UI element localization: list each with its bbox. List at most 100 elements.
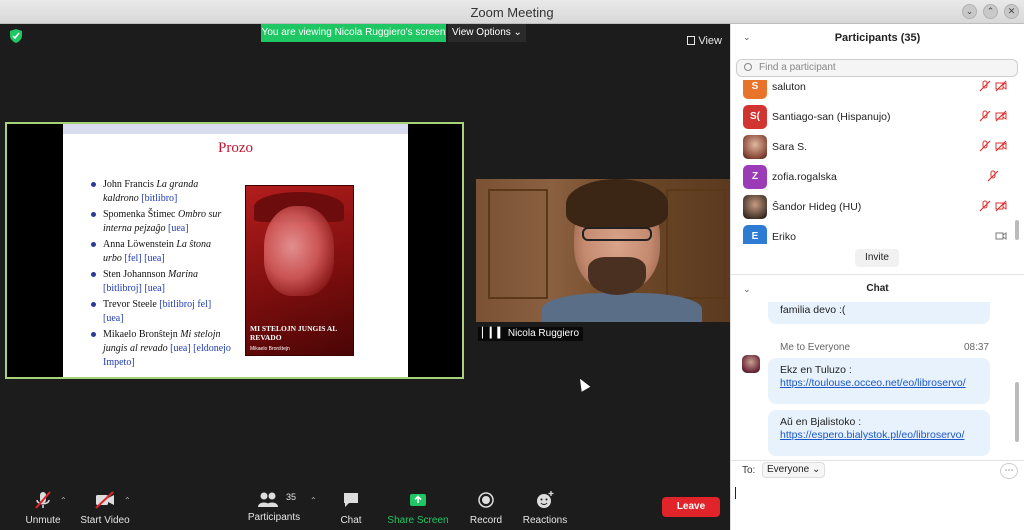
view-button[interactable]: View <box>678 32 722 50</box>
record-button[interactable]: Record <box>466 489 506 526</box>
book-cover-title: MI STELOJN JUNGIS AL REVADO <box>250 324 337 342</box>
shared-screen[interactable]: Prozo John Francis La granda kaldrono [b… <box>5 122 464 379</box>
participant-row[interactable]: S( Santiago-san (Hispanujo) <box>731 102 1019 132</box>
chat-compose: To: Everyone ⌄ ⋯ <box>731 460 1024 530</box>
chat-label: Chat <box>340 515 362 526</box>
video-options-chevron-icon[interactable]: ⌃ <box>124 496 131 505</box>
invite-button[interactable]: Invite <box>855 249 899 267</box>
chat-message: familia devo :( <box>768 302 990 324</box>
mic-muted-icon <box>979 80 991 92</box>
scrollbar-thumb[interactable] <box>1015 220 1019 240</box>
leave-button[interactable]: Leave <box>662 497 720 517</box>
start-video-label: Start Video <box>80 515 130 526</box>
recipient-value: Everyone <box>767 464 810 475</box>
share-screen-label: Share Screen <box>387 515 449 526</box>
chat-input[interactable] <box>735 481 1015 525</box>
meeting-toolbar: Unmute ⌃ Start Video ⌃ 35 Participants ⌃… <box>0 486 730 530</box>
window-title: Zoom Meeting <box>470 5 554 20</box>
recipient-select[interactable]: Everyone ⌄ <box>762 462 826 478</box>
message-sender: Me to Everyone <box>780 342 851 353</box>
video-off-icon <box>995 200 1007 212</box>
participant-video[interactable] <box>476 179 730 322</box>
avatar <box>743 195 767 219</box>
list-item: Mikaelo Bronŝtejn Mi stelojn jungis al r… <box>91 328 231 370</box>
participant-row[interactable]: S saluton <box>731 80 1019 102</box>
chat-scrollbar[interactable] <box>1015 302 1019 460</box>
unmute-button[interactable]: Unmute <box>20 489 66 526</box>
book-link: [uea] <box>144 253 165 264</box>
reactions-button[interactable]: Reactions <box>520 489 570 526</box>
book-cover-image: MI STELOJN JUNGIS AL REVADO Mikaelo Bron… <box>245 185 354 356</box>
close-icon[interactable]: ✕ <box>1004 4 1019 19</box>
video-icon <box>995 232 1007 240</box>
video-off-icon <box>995 140 1007 152</box>
door-panel <box>666 189 726 299</box>
book-author: Spomenka Štimec <box>103 209 176 220</box>
scrollbar-thumb[interactable] <box>1015 382 1019 442</box>
view-button-label: View <box>698 35 722 47</box>
list-item: Anna Löwenstein La ŝtona urbo [fel] [uea… <box>91 238 231 266</box>
people-icon <box>258 492 278 507</box>
chat-message: Aŭ en Bjalistoko : https://espero.bialys… <box>768 410 990 456</box>
more-options-icon[interactable]: ⋯ <box>1000 463 1018 479</box>
person-glasses <box>582 227 652 241</box>
participants-header: ⌄ Participants (35) <box>731 24 1024 54</box>
to-label: To: <box>742 465 756 476</box>
message-text: familia devo :( <box>780 304 846 316</box>
message-link[interactable]: https://espero.bialystok.pl/eo/libroserv… <box>780 429 964 441</box>
avatar: S <box>743 80 767 99</box>
mic-muted-icon <box>987 170 999 182</box>
start-video-button[interactable]: Start Video <box>78 489 132 526</box>
book-cover-face <box>264 206 334 296</box>
person-beard <box>588 257 646 295</box>
shield-icon[interactable] <box>10 29 22 43</box>
view-options-button[interactable]: View Options ⌄ <box>448 24 526 42</box>
search-placeholder: Find a participant <box>759 62 836 73</box>
chat-header: ⌄ Chat <box>731 280 1024 300</box>
text-caret <box>735 487 736 499</box>
book-link: [uea] <box>168 223 189 234</box>
microphone-muted-icon <box>35 491 51 509</box>
maximize-icon[interactable]: ⌃ <box>983 4 998 19</box>
participants-options-chevron-icon[interactable]: ⌃ <box>310 496 317 505</box>
book-link: [fel] <box>124 253 142 264</box>
list-item: Sten Johannson Marina [bitlibroj] [uea] <box>91 268 231 296</box>
participant-row[interactable]: Sara S. <box>731 132 1019 162</box>
participant-name: saluton <box>772 81 806 93</box>
book-author: Anna Löwenstein <box>103 239 174 250</box>
participants-button[interactable]: 35 Participants <box>246 489 302 523</box>
view-options-label: View Options <box>452 27 511 38</box>
avatar <box>743 135 767 159</box>
share-screen-button[interactable]: Share Screen <box>386 489 450 526</box>
participant-name: Nicola Ruggiero <box>507 328 580 339</box>
participants-icon-wrap: 35 <box>246 489 302 511</box>
participants-list: S saluton S( Santiago-san (Hispanujo) Sa… <box>731 80 1019 244</box>
record-icon <box>478 492 494 508</box>
participant-search-input[interactable]: Find a participant <box>736 59 1018 77</box>
chat-button[interactable]: Chat <box>333 489 369 526</box>
search-icon <box>744 63 752 71</box>
slide-header-bar <box>63 124 408 134</box>
audio-options-chevron-icon[interactable]: ⌃ <box>60 496 67 505</box>
mic-muted-icon <box>979 200 991 212</box>
participant-name: zofia.rogalska <box>772 171 837 183</box>
video-off-icon <box>95 491 114 509</box>
slide-book-list: John Francis La granda kaldrono [bitlibr… <box>91 178 231 372</box>
participant-name: Eriko <box>772 231 796 243</box>
list-item: Spomenka Štimec Ombro sur interna pejzaĝ… <box>91 208 231 236</box>
share-screen-icon <box>410 494 426 506</box>
message-link[interactable]: https://toulouse.occeo.net/eo/libroservo… <box>780 377 966 389</box>
participant-row[interactable]: Z zofia.rogalska <box>731 162 1019 192</box>
participant-row[interactable]: Ŝandor Hideg (HU) <box>731 192 1019 222</box>
book-author: Trevor Steele <box>103 299 157 310</box>
minimize-icon[interactable]: ⌄ <box>962 4 977 19</box>
participants-scrollbar[interactable] <box>1015 80 1019 244</box>
participant-row[interactable]: E Eriko <box>731 222 1019 244</box>
chat-title: Chat <box>866 283 889 294</box>
participant-name: Santiago-san (Hispanujo) <box>772 111 891 123</box>
mic-muted-icon <box>979 110 991 122</box>
mic-muted-icon <box>979 140 991 152</box>
smiley-icon <box>537 491 554 508</box>
presentation-slide: Prozo John Francis La granda kaldrono [b… <box>63 124 408 377</box>
message-text: Aŭ en Bjalistoko : <box>780 416 862 428</box>
